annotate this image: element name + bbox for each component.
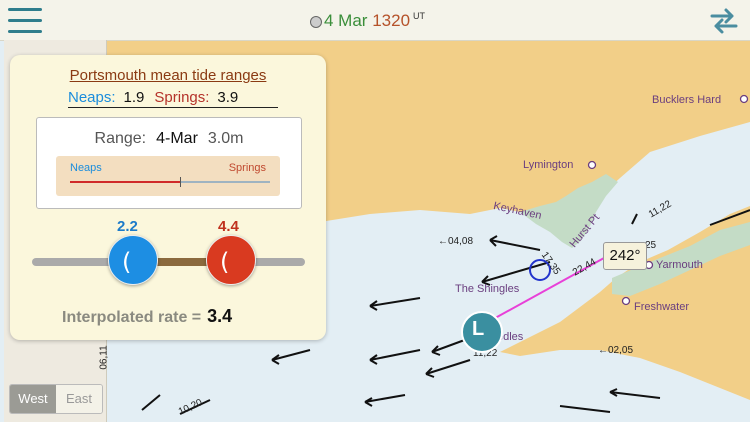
neaps-label: Neaps: bbox=[68, 89, 116, 106]
range-marker bbox=[180, 177, 181, 187]
springs-rate-value: 4.4 bbox=[218, 218, 239, 235]
place-bucklers-hard: Bucklers Hard bbox=[652, 94, 722, 106]
rate-slider-track[interactable] bbox=[32, 258, 305, 266]
direction-toggle: West East bbox=[9, 384, 103, 414]
range-value: 3.0m bbox=[207, 130, 244, 147]
neaps-rate-value: 2.2 bbox=[117, 218, 138, 235]
hamburger-icon[interactable] bbox=[8, 8, 42, 34]
date-time-display[interactable]: 4 Mar 1320 UT bbox=[310, 11, 425, 31]
mean-ranges-line: Neaps: 1.9 Springs: 3.9 bbox=[68, 89, 278, 108]
place-the-shingles: The Shingles bbox=[455, 283, 520, 295]
range-track bbox=[70, 177, 270, 187]
springs-value: 3.9 bbox=[217, 89, 239, 106]
west-button[interactable]: West bbox=[10, 385, 56, 413]
sync-arrows-icon[interactable] bbox=[708, 6, 740, 36]
waypoint-clock-button[interactable]: L bbox=[461, 311, 503, 353]
tide-range-panel: Portsmouth mean tide ranges Neaps: 1.9 Spr… bbox=[10, 55, 326, 340]
knob-grip-icon: ( bbox=[122, 248, 132, 276]
current-time: 1320 bbox=[372, 11, 411, 30]
east-button[interactable]: East bbox=[56, 385, 102, 413]
springs-label: Springs: bbox=[154, 89, 210, 106]
range-fill bbox=[70, 181, 180, 183]
clock-icon bbox=[310, 15, 322, 28]
springs-rate-knob[interactable]: ( bbox=[206, 235, 256, 285]
neaps-value: 1.9 bbox=[123, 89, 145, 106]
time-zone-label: UT bbox=[413, 11, 426, 21]
bearing-badge: 242° bbox=[603, 242, 647, 270]
neaps-springs-bar: Neaps Springs bbox=[56, 156, 280, 196]
range-info-box: Range: 4-Mar 3.0m Neaps Springs bbox=[36, 117, 302, 209]
knob-grip-icon: ( bbox=[220, 248, 230, 276]
panel-title: Portsmouth mean tide ranges bbox=[69, 67, 267, 84]
interpolated-rate: Interpolated rate = 3.4 bbox=[62, 306, 232, 327]
bar-springs-label: Springs bbox=[228, 162, 266, 174]
clock-hands-icon: L bbox=[472, 318, 485, 340]
rate-label: ←04,08 bbox=[438, 236, 474, 247]
rate-label: 06,11 bbox=[98, 345, 110, 370]
range-line: Range: 4-Mar 3.0m bbox=[37, 130, 301, 148]
interpolated-label: Interpolated rate = bbox=[62, 309, 202, 326]
interpolated-value: 3.4 bbox=[207, 306, 233, 326]
place-yarmouth: Yarmouth bbox=[656, 259, 703, 271]
range-label: Range: bbox=[94, 130, 147, 147]
place-lymington: Lymington bbox=[523, 159, 574, 171]
rate-label: ←02,05 bbox=[598, 345, 634, 356]
top-toolbar: 4 Mar 1320 UT bbox=[0, 0, 750, 41]
place-freshwater: Freshwater bbox=[634, 301, 690, 313]
range-date: 4-Mar bbox=[156, 130, 198, 147]
bar-neaps-label: Neaps bbox=[70, 162, 102, 174]
current-date: 4 Mar bbox=[324, 11, 368, 30]
neaps-rate-knob[interactable]: ( bbox=[108, 235, 158, 285]
